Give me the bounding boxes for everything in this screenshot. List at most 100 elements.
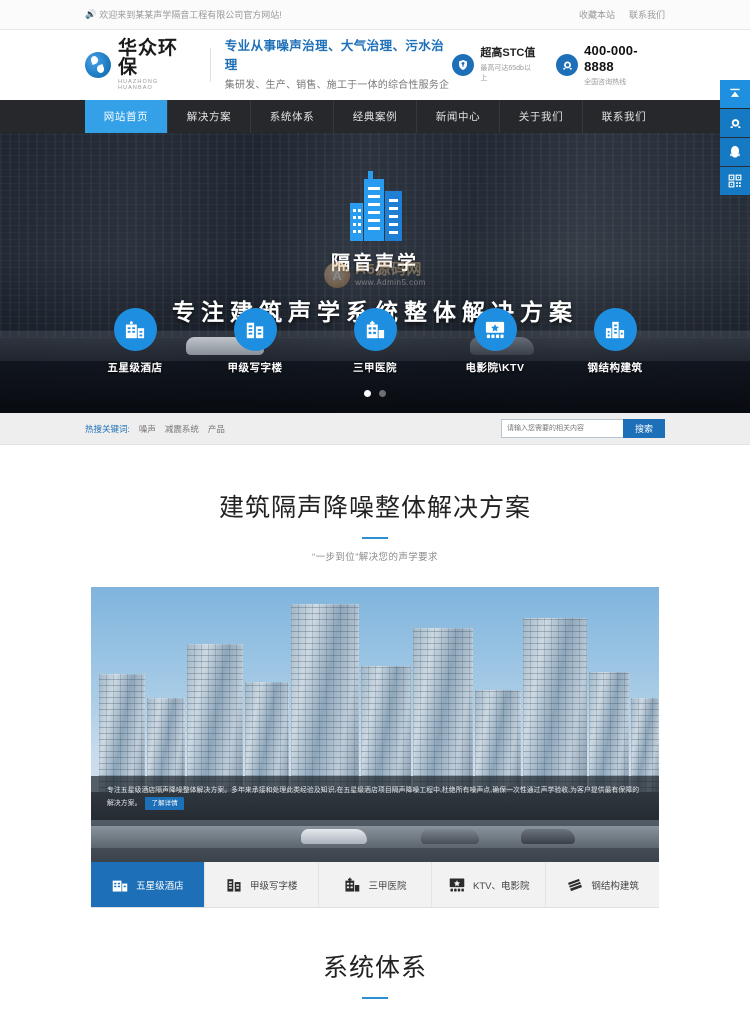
header-features: 超高STC值 最高可达65db以上 400-000-8888 全国咨询热线 — [452, 43, 665, 86]
hospital-icon — [353, 308, 397, 351]
hotline-sub: 全国咨询热线 — [584, 78, 627, 86]
phone-icon — [556, 54, 579, 76]
nav-item-solutions[interactable]: 解决方案 — [168, 100, 251, 133]
banner-category-steel[interactable]: 钢结构建筑 — [573, 308, 657, 375]
site-header: 华众环保 HUAZHONG HUANBAO 专业从事噪声治理、大气治理、污水治理… — [0, 30, 750, 100]
showcase-description: 专注五星级酒店隔声降噪整体解决方案。多年来承接和处理此类经验及知识,在五星级酒店… — [107, 785, 643, 810]
solutions-title: 建筑隔声降噪整体解决方案 — [218, 494, 531, 522]
top-bar-inner: 🔊 欢迎来到某某声学隔音工程有限公司官方网站! 收藏本站 联系我们 — [85, 8, 665, 21]
title-underline — [362, 997, 388, 999]
hero-banner: 隔音声学 专注建筑声学系统整体解决方案 五星级酒店 — [0, 133, 750, 413]
feature-stc: 超高STC值 最高可达65db以上 — [452, 47, 536, 82]
banner-title: 隔音声学 — [330, 253, 419, 274]
phone-icon — [729, 118, 741, 128]
tab-cinema[interactable]: KTV、电影院 — [432, 862, 547, 907]
keyword-link-damping[interactable]: 减震系统 — [165, 423, 199, 435]
learn-more-button[interactable]: 了解详情 — [145, 796, 184, 810]
showcase-building — [291, 604, 359, 794]
banner-category-label: 三甲医院 — [353, 362, 397, 374]
floating-sidebar — [720, 80, 750, 195]
search-bar-inner: 热搜关键词: 噪声 减震系统 产品 搜索 — [85, 419, 665, 438]
tab-hotel[interactable]: 五星级酒店 — [91, 862, 205, 907]
qq-icon — [730, 145, 740, 158]
welcome-area: 🔊 欢迎来到某某声学隔音工程有限公司官方网站! — [85, 8, 282, 21]
banner-category-cinema[interactable]: 电影院\KTV — [453, 308, 537, 375]
system-title: 系统体系 — [322, 954, 427, 982]
feature-stc-text: 超高STC值 最高可达65db以上 — [480, 47, 536, 82]
showcase-description-overlay: 专注五星级酒店隔声降噪整体解决方案。多年来承接和处理此类经验及知识,在五星级酒店… — [91, 775, 659, 820]
slider-dot[interactable] — [364, 390, 371, 397]
banner-category-hospital[interactable]: 三甲医院 — [333, 308, 417, 375]
tab-steel[interactable]: 钢结构建筑 — [546, 862, 659, 907]
feature-hotline-text: 400-000-8888 全国咨询热线 — [584, 43, 665, 86]
speaker-icon: 🔊 — [85, 9, 97, 19]
qrcode-icon — [728, 174, 742, 188]
hotel-icon — [113, 308, 157, 351]
banner-category-hotel[interactable]: 五星级酒店 — [93, 308, 177, 375]
showcase-car — [521, 829, 575, 844]
feature-hotline: 400-000-8888 全国咨询热线 — [556, 43, 665, 86]
tab-label: 五星级酒店 — [136, 880, 184, 892]
showcase-building — [523, 618, 587, 794]
header-divider — [209, 48, 211, 82]
logo[interactable]: 华众环保 HUAZHONG HUANBAO — [85, 39, 196, 91]
header-inner: 华众环保 HUAZHONG HUANBAO 专业从事噪声治理、大气治理、污水治理… — [85, 37, 665, 93]
nav-item-system[interactable]: 系统体系 — [251, 100, 334, 133]
top-bar: 🔊 欢迎来到某某声学隔音工程有限公司官方网站! 收藏本站 联系我们 — [0, 0, 750, 30]
slider-dot[interactable] — [379, 390, 386, 397]
keyword-link-noise[interactable]: 噪声 — [139, 423, 156, 435]
favorite-site-link[interactable]: 收藏本站 — [579, 8, 615, 21]
building-icon — [344, 169, 406, 243]
logo-text: 华众环保 HUAZHONG HUANBAO — [118, 39, 196, 91]
tab-office[interactable]: 甲级写字楼 — [205, 862, 319, 907]
search-input[interactable] — [501, 419, 623, 438]
arrow-up-icon — [730, 88, 740, 97]
cinema-icon — [448, 877, 466, 893]
qr-code-button[interactable] — [720, 167, 750, 195]
nav-item-about[interactable]: 关于我们 — [500, 100, 583, 133]
tab-label: KTV、电影院 — [473, 880, 530, 892]
steel-building-icon — [593, 308, 637, 351]
contact-us-link[interactable]: 联系我们 — [629, 8, 665, 21]
shield-icon — [452, 54, 475, 76]
banner-category-label: 电影院\KTV — [465, 362, 525, 374]
search-box: 搜索 — [501, 419, 665, 438]
hot-keywords-label: 热搜关键词: — [85, 423, 130, 434]
logo-yinyang-icon — [85, 52, 111, 78]
tab-label: 甲级写字楼 — [249, 880, 298, 892]
showcase-car — [301, 829, 367, 844]
banner-category-label: 钢结构建筑 — [587, 362, 643, 374]
solution-tabs: 五星级酒店 甲级写字楼 三甲医院 KTV、电影院 钢结构建筑 — [91, 862, 659, 908]
nav-item-home[interactable]: 网站首页 — [85, 100, 168, 133]
hot-keywords: 热搜关键词: 噪声 减震系统 产品 — [85, 423, 225, 435]
back-to-top-button[interactable] — [720, 80, 750, 108]
showcase-image: 专注五星级酒店隔声降噪整体解决方案。多年来承接和处理此类经验及知识,在五星级酒店… — [91, 587, 659, 862]
banner-category-label: 五星级酒店 — [107, 362, 163, 374]
page-root: 🔊 欢迎来到某某声学隔音工程有限公司官方网站! 收藏本站 联系我们 华众环保 H… — [0, 0, 750, 1009]
tab-hospital[interactable]: 三甲医院 — [319, 862, 433, 907]
solutions-section: 建筑隔声降噪整体解决方案 “一步到位”解决您的声学要求 专注五星级酒店隔声降噪整… — [0, 262, 750, 908]
showcase-car — [421, 829, 479, 844]
nav-inner: 网站首页 解决方案 系统体系 经典案例 新闻中心 关于我们 联系我们 — [85, 100, 665, 133]
nav-item-cases[interactable]: 经典案例 — [334, 100, 417, 133]
keyword-link-product[interactable]: 产品 — [208, 423, 225, 435]
qq-chat-button[interactable] — [720, 138, 750, 166]
top-bar-links: 收藏本站 联系我们 — [579, 8, 665, 21]
feature-stc-title: 超高STC值 — [480, 47, 536, 60]
welcome-text: 欢迎来到某某声学隔音工程有限公司官方网站! — [99, 10, 282, 20]
system-section: 系统体系 您的需求,我们解决。有梦想,敢有空间! — [0, 908, 750, 1009]
tab-label: 钢结构建筑 — [591, 880, 639, 892]
nav-item-contact[interactable]: 联系我们 — [583, 100, 665, 133]
phone-button[interactable] — [720, 109, 750, 137]
hospital-icon — [343, 877, 361, 893]
cinema-icon — [473, 308, 517, 351]
banner-category-office[interactable]: 甲级写字楼 — [213, 308, 297, 375]
feature-stc-sub: 最高可达65db以上 — [480, 64, 531, 82]
hotline-number: 400-000-8888 — [584, 43, 638, 74]
search-bar: 热搜关键词: 噪声 减震系统 产品 搜索 — [0, 413, 750, 445]
search-button[interactable]: 搜索 — [623, 419, 665, 438]
steel-building-icon — [566, 877, 584, 893]
hotel-icon — [111, 877, 129, 893]
logo-name-en: HUAZHONG HUANBAO — [118, 79, 159, 91]
nav-item-news[interactable]: 新闻中心 — [417, 100, 500, 133]
